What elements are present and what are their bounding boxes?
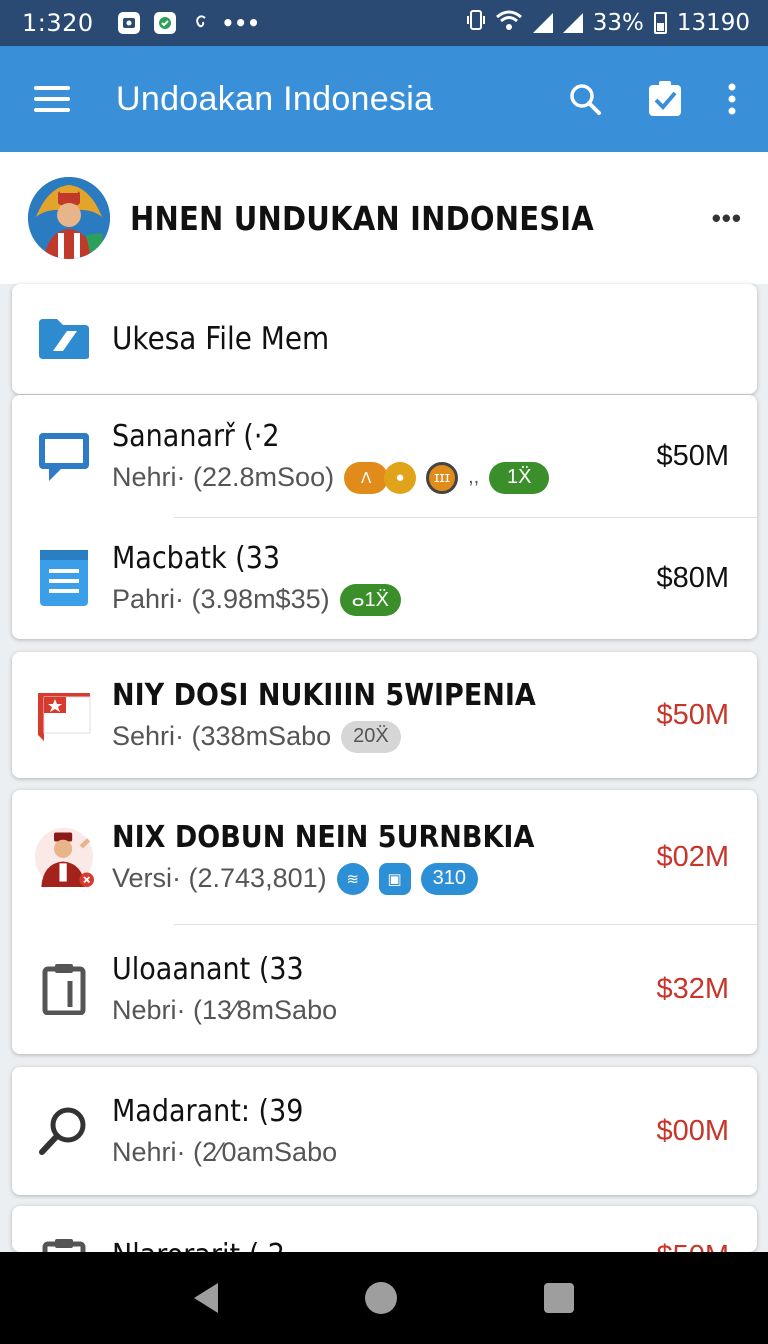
item-title: NIY DOSI NUKIIIN 5WIPENIA — [112, 677, 536, 713]
more-options-icon[interactable]: ••• — [712, 203, 742, 234]
item-amount: $80M — [656, 561, 729, 594]
list-card: Nlarorarit (·2 $50M — [12, 1206, 757, 1252]
item-amount: $50M — [656, 1234, 729, 1252]
battery-percent: 33% — [592, 10, 644, 36]
item-separator: ,, — [468, 466, 480, 488]
menu-icon[interactable] — [34, 86, 70, 112]
photo-icon — [117, 12, 140, 34]
section-title: Ukesa File Mem — [112, 321, 330, 357]
item-title: Sananarř (·2 — [112, 418, 280, 454]
status-time: 1:320 — [22, 9, 94, 37]
document-icon — [34, 548, 94, 608]
item-amount: $50M — [656, 439, 729, 472]
profile-name: HNEN UNDUKAN INDONESIA — [130, 198, 594, 238]
item-subtitle: Pahri· (3.98m$35) — [112, 584, 330, 614]
item-badge: 1Ẍ — [489, 461, 550, 494]
clipboard-icon — [34, 959, 94, 1019]
clipboard-icon — [34, 1234, 94, 1252]
recent-apps-icon[interactable] — [544, 1283, 575, 1313]
list-item[interactable]: Sananarř (·2 Nehri· (22.8mSoo) ꓥ ● ɪɪɪ ,… — [12, 395, 757, 517]
search-icon — [34, 1101, 94, 1161]
person-avatar-icon — [34, 827, 94, 887]
image-icon: ▣ — [378, 862, 411, 895]
item-subtitle: Nehri· (2⁄0amSabo — [112, 1137, 338, 1167]
item-subtitle: Nehri· (22.8mSoo) — [112, 462, 335, 492]
item-amount: $00M — [656, 1114, 729, 1147]
person-badge-icon: ꓥ — [344, 461, 389, 494]
item-amount: $32M — [656, 972, 729, 1005]
back-icon[interactable] — [193, 1283, 218, 1313]
section-header[interactable]: Ukesa File Mem — [12, 284, 757, 394]
item-subtitle: Nebri· (13⁄8mSabo — [112, 995, 338, 1025]
status-extra: 13190 — [676, 10, 750, 36]
list-card: NIX DOBUN NEIN 5URNBKIA Versi· (2.743,80… — [12, 790, 757, 1054]
item-badge: 20Ẍ — [341, 720, 401, 753]
navigation-bar — [0, 1252, 768, 1344]
item-amount: $50M — [656, 698, 729, 731]
signal-icon — [562, 13, 583, 33]
flag-mail-icon — [34, 685, 94, 745]
list-item[interactable]: NIX DOBUN NEIN 5URNBKIA Versi· (2.743,80… — [12, 790, 757, 924]
list-card: NIY DOSI NUKIIIN 5WIPENIA Sehri· (338mSa… — [12, 652, 757, 778]
search-icon[interactable] — [568, 82, 602, 116]
item-title: Madarant: (39 — [112, 1094, 304, 1129]
app-title: Undoakan Indonesia — [116, 79, 434, 118]
vibrate-icon — [466, 9, 485, 37]
list-item[interactable]: NIY DOSI NUKIIIN 5WIPENIA Sehri· (338mSa… — [12, 652, 757, 778]
status-bar: 1:320 ••• 33% 13190 — [0, 0, 768, 46]
medal-icon: ɪɪɪ — [426, 461, 459, 494]
wifi-icon — [495, 9, 523, 37]
item-title: NIX DOBUN NEIN 5URNBKIA — [112, 819, 535, 855]
item-subtitle: Sehri· (338mSabo — [112, 721, 332, 751]
avatar[interactable] — [28, 177, 110, 259]
profile-header: HNEN UNDUKAN INDONESIA ••• — [0, 152, 768, 284]
list-item[interactable]: Nlarorarit (·2 $50M — [12, 1206, 757, 1252]
app-bar: Undoakan Indonesia — [0, 46, 768, 152]
file-section-card: Ukesa File Mem — [12, 284, 757, 394]
item-badge: ⴰ1Ẍ — [339, 583, 402, 616]
clipboard-check-icon[interactable] — [648, 81, 682, 117]
wave-icon: ≋ — [336, 862, 369, 895]
coin-icon: ● — [384, 461, 417, 494]
at-icon — [190, 12, 212, 34]
chat-bubble-icon — [34, 426, 94, 486]
item-title: Nlarorarit (·2 — [112, 1238, 602, 1252]
item-title: Macbatk (33 — [112, 540, 281, 576]
chat-icon — [153, 12, 176, 34]
list-item[interactable]: Madarant: (39 Nehri· (2⁄0amSabo $00M — [12, 1067, 757, 1195]
item-badge: 310 — [420, 862, 478, 895]
list-item[interactable]: Macbatk (33 Pahri· (3.98m$35) ⴰ1Ẍ $80M — [12, 517, 757, 639]
signal-icon — [532, 13, 553, 33]
item-subtitle: Versi· (2.743,801) — [112, 863, 327, 893]
list-item[interactable]: Uloaanant (33 Nebri· (13⁄8mSabo $32M — [12, 924, 757, 1054]
home-icon[interactable] — [364, 1282, 397, 1314]
item-title: Uloaanant (33 — [112, 952, 304, 987]
list-card: Madarant: (39 Nehri· (2⁄0amSabo $00M — [12, 1067, 757, 1195]
folder-icon — [34, 309, 94, 369]
battery-icon — [653, 12, 667, 34]
more-dots-icon: ••• — [221, 11, 260, 35]
item-amount: $02M — [656, 840, 729, 873]
overflow-menu-icon[interactable] — [728, 83, 736, 115]
list-card: Sananarř (·2 Nehri· (22.8mSoo) ꓥ ● ɪɪɪ ,… — [12, 395, 757, 639]
